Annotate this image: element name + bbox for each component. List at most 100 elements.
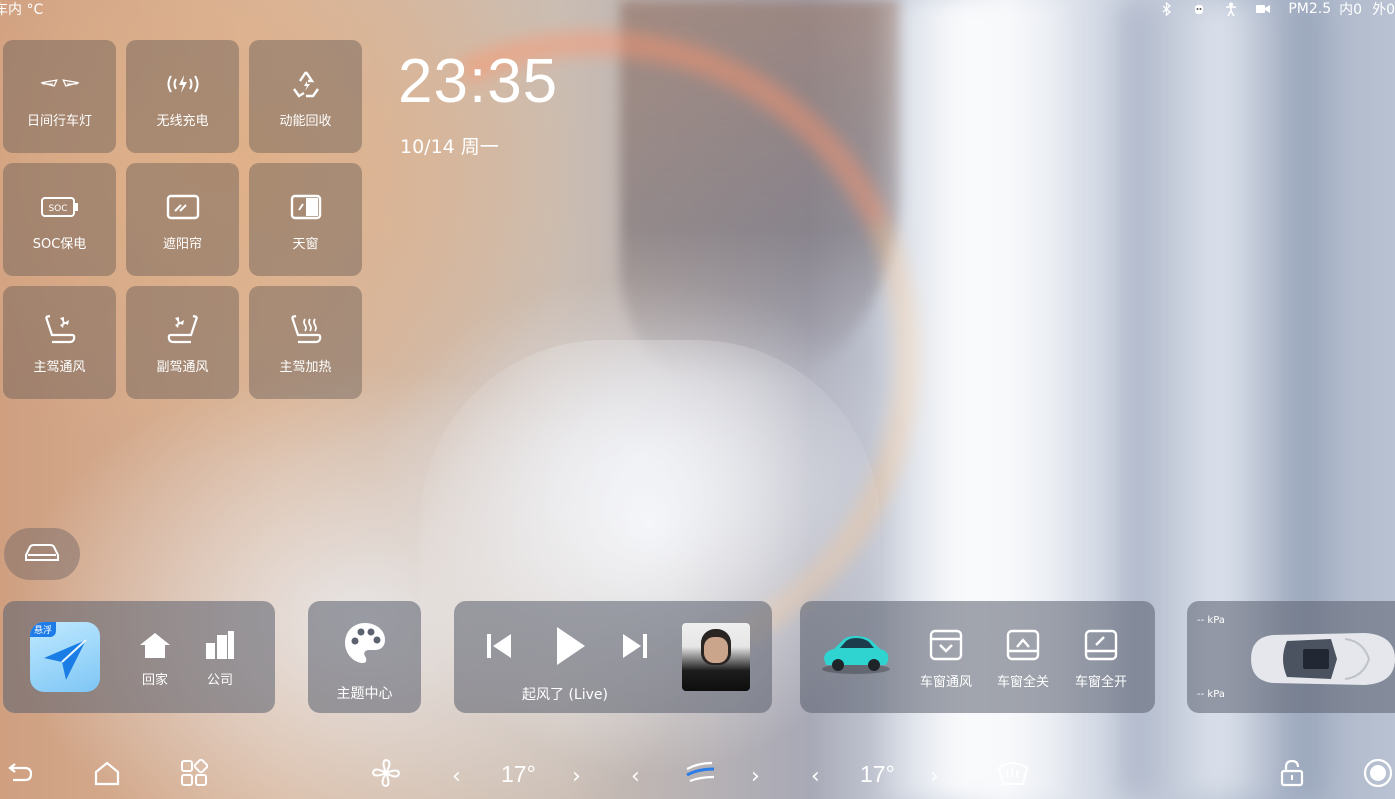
bluetooth-icon	[1160, 2, 1174, 16]
rear-tire-unit: kPa	[1207, 689, 1225, 700]
right-temperature: 17°	[860, 761, 895, 787]
left-temperature: 17°	[501, 761, 536, 787]
driver-seat-ventilation-icon	[40, 310, 80, 350]
home-outline-icon	[93, 760, 121, 790]
record-button[interactable]	[1362, 757, 1394, 793]
pm25-label: PM2.5	[1288, 1, 1332, 17]
windshield-defrost-icon	[997, 760, 1029, 790]
window-ventilation-label: 车窗通风	[920, 675, 973, 690]
defrost-button[interactable]	[996, 760, 1030, 790]
play-button[interactable]	[553, 625, 587, 671]
pm25-inside-value: 内0	[1339, 2, 1363, 18]
fan-button[interactable]	[371, 758, 401, 790]
theme-center-label: 主题中心	[336, 686, 393, 702]
tile-driver-seat-heating[interactable]: 主驾加热	[249, 286, 362, 399]
tile-label: 主驾加热	[279, 360, 332, 375]
assistant-robot-icon	[1192, 2, 1206, 16]
cabin-temperature: 车内 °C	[0, 2, 44, 18]
back-icon	[7, 762, 33, 788]
rear-tire-pressure: -- kPa	[1197, 689, 1225, 700]
home-dock-button[interactable]	[92, 760, 122, 790]
front-tire-value: --	[1197, 615, 1205, 626]
tile-sunroof[interactable]: 天窗	[249, 163, 362, 276]
tile-label: 动能回收	[279, 114, 332, 129]
tire-pressure-card[interactable]: -- kPa -- kPa	[1187, 601, 1395, 713]
theme-center-card[interactable]: 主题中心	[308, 601, 421, 713]
next-track-button[interactable]	[620, 631, 650, 665]
daytime-running-light-icon	[40, 64, 80, 104]
car-top-view-icon	[1245, 627, 1395, 695]
sunroof-icon	[286, 187, 326, 227]
office-building-icon	[204, 631, 236, 663]
right-temp-decrease-button[interactable]: ‹	[811, 764, 820, 789]
work-button[interactable]: 公司	[204, 631, 236, 688]
car-outline-icon	[23, 541, 61, 567]
tile-label: SOC保电	[32, 237, 87, 252]
tile-daytime-running-light[interactable]: 日间行车灯	[3, 40, 116, 153]
circle-record-icon	[1362, 757, 1394, 793]
mode-previous-button[interactable]: ‹	[631, 764, 640, 789]
tile-wireless-charging[interactable]: 无线充电	[126, 40, 239, 153]
tile-label: 无线充电	[156, 114, 209, 129]
sunshade-icon	[163, 187, 203, 227]
mode-next-button[interactable]: ›	[751, 764, 760, 789]
car-model-icon[interactable]	[820, 629, 892, 679]
window-close-all-label: 车窗全关	[997, 675, 1050, 690]
home-button[interactable]: 回家	[138, 631, 172, 688]
right-temp-increase-button[interactable]: ›	[930, 764, 939, 789]
dashcam-icon	[1256, 2, 1271, 16]
song-title: 起风了 (Live)	[522, 687, 608, 703]
tile-soc-battery[interactable]: SOC SOC保电	[3, 163, 116, 276]
energy-recovery-icon	[286, 64, 326, 104]
palette-icon	[343, 621, 387, 669]
tile-label: 天窗	[292, 237, 319, 252]
window-open-all-button[interactable]: 车窗全开	[1075, 629, 1127, 690]
previous-track-button[interactable]	[484, 631, 514, 665]
window-close-all-button[interactable]: 车窗全关	[997, 629, 1049, 690]
left-temp-increase-button[interactable]: ›	[572, 764, 581, 789]
passenger-seat-ventilation-icon	[163, 310, 203, 350]
status-bar: PM2.5 内0 外0	[1160, 0, 1395, 18]
left-temp-decrease-button[interactable]: ‹	[452, 764, 461, 789]
window-ventilation-button[interactable]: 车窗通风	[920, 629, 972, 690]
apps-grid-icon	[180, 758, 209, 791]
front-tire-pressure: -- kPa	[1197, 615, 1225, 626]
svg-text:SOC: SOC	[48, 204, 67, 214]
work-label: 公司	[206, 673, 233, 688]
window-open-all-label: 车窗全开	[1075, 675, 1128, 690]
album-cover[interactable]	[682, 623, 750, 691]
back-button[interactable]	[5, 760, 35, 790]
person-icon	[1224, 2, 1238, 16]
lock-icon	[1280, 759, 1304, 791]
tile-energy-recovery[interactable]: 动能回收	[249, 40, 362, 153]
soc-battery-icon: SOC	[40, 187, 80, 227]
home-icon	[138, 631, 172, 663]
lock-button[interactable]	[1277, 759, 1307, 791]
map-app-button[interactable]: 悬浮	[30, 622, 100, 692]
car-window-card: 车窗通风 车窗全关 车窗全开	[800, 601, 1155, 713]
apps-button[interactable]	[179, 758, 209, 791]
window-close-icon	[1006, 629, 1040, 665]
clock-time: 23:35	[398, 47, 559, 116]
air-mode-button[interactable]	[683, 760, 719, 790]
navigation-arrow-icon	[40, 636, 90, 688]
navigation-card: 悬浮 回家 公司	[3, 601, 275, 713]
tile-driver-seat-ventilation[interactable]: 主驾通风	[3, 286, 116, 399]
vehicle-button[interactable]	[4, 528, 80, 580]
home-label: 回家	[141, 673, 168, 688]
tile-label: 副驾通风	[156, 360, 209, 375]
tile-sunshade[interactable]: 遮阳帘	[126, 163, 239, 276]
tile-label: 主驾通风	[33, 360, 86, 375]
air-flow-mode-icon	[684, 759, 718, 791]
front-tire-unit: kPa	[1207, 615, 1225, 626]
window-vent-icon	[929, 629, 963, 665]
wireless-charging-icon	[163, 64, 203, 104]
pm25-outside-value: 外0	[1372, 2, 1395, 18]
clock-date: 10/14 周一	[400, 136, 499, 158]
driver-seat-heating-icon	[286, 310, 326, 350]
tile-label: 遮阳帘	[162, 237, 202, 252]
tile-passenger-seat-ventilation[interactable]: 副驾通风	[126, 286, 239, 399]
floating-badge: 悬浮	[30, 622, 57, 637]
window-open-icon	[1084, 629, 1118, 665]
rear-tire-value: --	[1197, 689, 1205, 700]
